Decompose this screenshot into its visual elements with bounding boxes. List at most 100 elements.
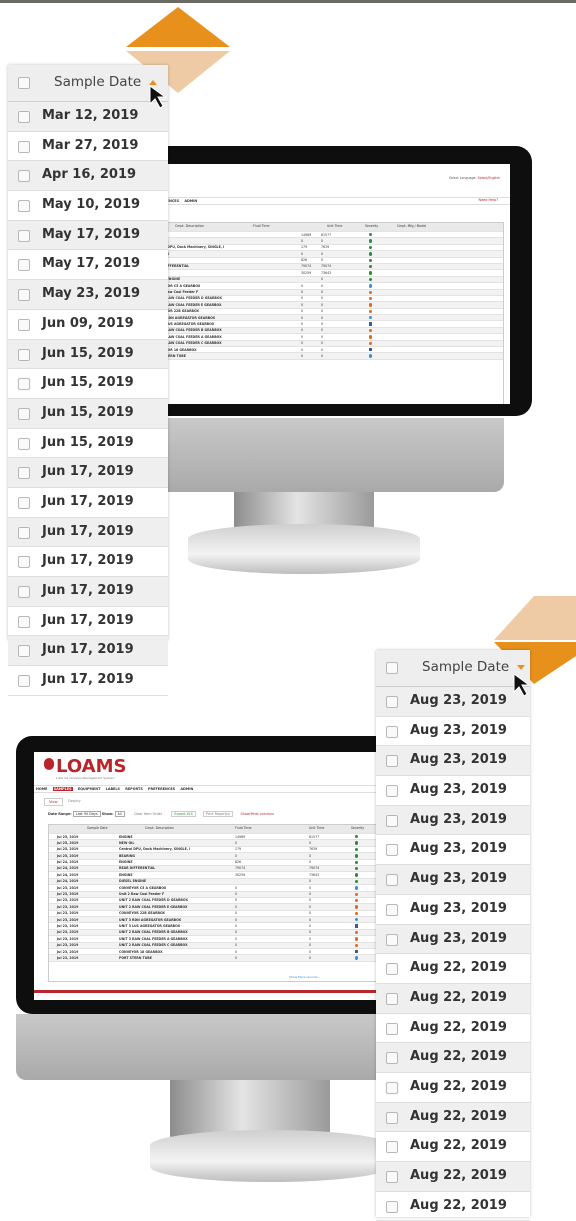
- row-checkbox[interactable]: [386, 933, 398, 946]
- column-header[interactable]: Sample Date: [8, 65, 168, 102]
- row-checkbox[interactable]: [386, 1200, 398, 1213]
- date-row[interactable]: Aug 23, 2019: [376, 924, 530, 955]
- date-row[interactable]: May 17, 2019: [8, 250, 168, 281]
- show-hide-columns-button[interactable]: Show/Hide columns: [241, 812, 274, 816]
- row-checkbox[interactable]: [18, 496, 30, 509]
- row-checkbox[interactable]: [18, 645, 30, 658]
- row-checkbox[interactable]: [18, 229, 30, 242]
- column-header[interactable]: Sample Date: [376, 650, 530, 687]
- date-row[interactable]: Aug 23, 2019: [376, 687, 530, 717]
- table-cell: 0: [235, 911, 238, 916]
- row-checkbox[interactable]: [18, 318, 30, 331]
- select-all-checkbox[interactable]: [386, 662, 398, 674]
- show-select[interactable]: All: [114, 811, 125, 817]
- date-row[interactable]: Apr 16, 2019: [8, 161, 168, 192]
- row-checkbox[interactable]: [18, 675, 30, 688]
- date-row[interactable]: Aug 23, 2019: [376, 776, 530, 806]
- menu-item-labels[interactable]: LABELS: [106, 787, 120, 791]
- row-checkbox[interactable]: [386, 1111, 398, 1124]
- date-row[interactable]: Aug 22, 2019: [376, 1162, 530, 1192]
- date-row[interactable]: Aug 22, 2019: [376, 1014, 530, 1044]
- row-checkbox[interactable]: [386, 903, 398, 916]
- date-row[interactable]: Mar 12, 2019: [8, 102, 168, 132]
- date-row[interactable]: Jun 17, 2019: [8, 547, 168, 577]
- date-row[interactable]: Jun 17, 2019: [8, 488, 168, 518]
- clear-item-order-button[interactable]: Clear Item Order: [134, 812, 162, 816]
- row-checkbox[interactable]: [386, 696, 398, 708]
- row-checkbox[interactable]: [386, 755, 398, 768]
- date-row[interactable]: Jun 15, 2019: [8, 398, 168, 429]
- menu-item-samples[interactable]: SAMPLES: [52, 787, 73, 791]
- row-checkbox[interactable]: [386, 814, 398, 827]
- row-checkbox[interactable]: [386, 963, 398, 976]
- date-row[interactable]: Aug 23, 2019: [376, 865, 530, 895]
- row-checkbox[interactable]: [18, 407, 30, 420]
- export-xls-button[interactable]: Export XLS: [171, 811, 196, 817]
- tab-deploy[interactable]: Deploy: [64, 798, 85, 804]
- date-row[interactable]: Aug 23, 2019: [376, 895, 530, 925]
- date-row[interactable]: Aug 22, 2019: [376, 1132, 530, 1162]
- date-row[interactable]: Aug 22, 2019: [376, 1073, 530, 1103]
- date-range-select[interactable]: Last 90 Days: [72, 811, 101, 817]
- row-checkbox[interactable]: [18, 526, 30, 539]
- show-more-link[interactable]: Show More records...: [289, 975, 320, 979]
- row-checkbox[interactable]: [18, 556, 30, 569]
- menu-item-equipment[interactable]: EQUIPMENT: [78, 787, 101, 791]
- row-checkbox[interactable]: [18, 378, 30, 391]
- row-checkbox[interactable]: [18, 615, 30, 628]
- table-cell: 0: [235, 840, 238, 845]
- select-all-checkbox[interactable]: [18, 77, 30, 89]
- date-row[interactable]: Aug 23, 2019: [376, 805, 530, 836]
- menu-item-preferences[interactable]: PREFERENCES: [148, 787, 175, 791]
- row-checkbox[interactable]: [18, 140, 30, 153]
- row-checkbox[interactable]: [386, 874, 398, 887]
- date-row[interactable]: Jun 17, 2019: [8, 607, 168, 637]
- menu-item-reports[interactable]: REPORTS: [125, 787, 143, 791]
- date-row[interactable]: Aug 23, 2019: [376, 746, 530, 777]
- date-row[interactable]: Jun 17, 2019: [8, 458, 168, 488]
- date-row[interactable]: Aug 22, 2019: [376, 954, 530, 984]
- date-row[interactable]: Aug 23, 2019: [376, 835, 530, 866]
- row-checkbox[interactable]: [18, 170, 30, 183]
- row-checkbox[interactable]: [18, 348, 30, 361]
- date-row[interactable]: Jun 09, 2019: [8, 310, 168, 340]
- date-row[interactable]: Aug 22, 2019: [376, 983, 530, 1014]
- row-checkbox[interactable]: [386, 1052, 398, 1065]
- date-row[interactable]: May 17, 2019: [8, 220, 168, 251]
- row-checkbox[interactable]: [18, 289, 30, 302]
- tab-view[interactable]: View: [44, 798, 63, 806]
- row-checkbox[interactable]: [18, 467, 30, 480]
- date-row[interactable]: Jun 15, 2019: [8, 369, 168, 399]
- row-checkbox[interactable]: [18, 259, 30, 272]
- row-checkbox[interactable]: [18, 437, 30, 450]
- row-checkbox[interactable]: [386, 1022, 398, 1035]
- print-report-button[interactable]: Print Report(s): [202, 811, 234, 817]
- date-row[interactable]: May 10, 2019: [8, 191, 168, 221]
- row-checkbox[interactable]: [386, 844, 398, 857]
- row-checkbox[interactable]: [386, 725, 398, 738]
- date-row[interactable]: Jun 17, 2019: [8, 666, 168, 696]
- row-checkbox[interactable]: [18, 111, 30, 123]
- row-checkbox[interactable]: [386, 1081, 398, 1094]
- date-row[interactable]: Jun 15, 2019: [8, 339, 168, 370]
- row-checkbox[interactable]: [18, 586, 30, 598]
- date-row[interactable]: Jun 17, 2019: [8, 517, 168, 548]
- row-checkbox[interactable]: [386, 992, 398, 1005]
- date-row[interactable]: Jun 15, 2019: [8, 429, 168, 459]
- table-row[interactable]: Jul 23, 2019 PORT STERN TUBE 0 0: [49, 955, 389, 962]
- row-checkbox[interactable]: [18, 200, 30, 213]
- menu-item-admin[interactable]: ADMIN: [180, 787, 193, 791]
- sample-date-text: Jun 15, 2019: [42, 434, 134, 450]
- date-row[interactable]: Mar 27, 2019: [8, 132, 168, 162]
- date-row[interactable]: Aug 22, 2019: [376, 1043, 530, 1073]
- severity-indicator-icon: [355, 930, 359, 935]
- date-row[interactable]: Aug 22, 2019: [376, 1102, 530, 1133]
- row-checkbox[interactable]: [386, 785, 398, 798]
- date-row[interactable]: Jun 17, 2019: [8, 577, 168, 607]
- row-checkbox[interactable]: [386, 1141, 398, 1154]
- date-row[interactable]: May 23, 2019: [8, 280, 168, 310]
- date-row[interactable]: Aug 23, 2019: [376, 717, 530, 747]
- date-row[interactable]: Jun 17, 2019: [8, 636, 168, 667]
- menu-item-home[interactable]: HOME: [36, 787, 47, 791]
- row-checkbox[interactable]: [386, 1171, 398, 1183]
